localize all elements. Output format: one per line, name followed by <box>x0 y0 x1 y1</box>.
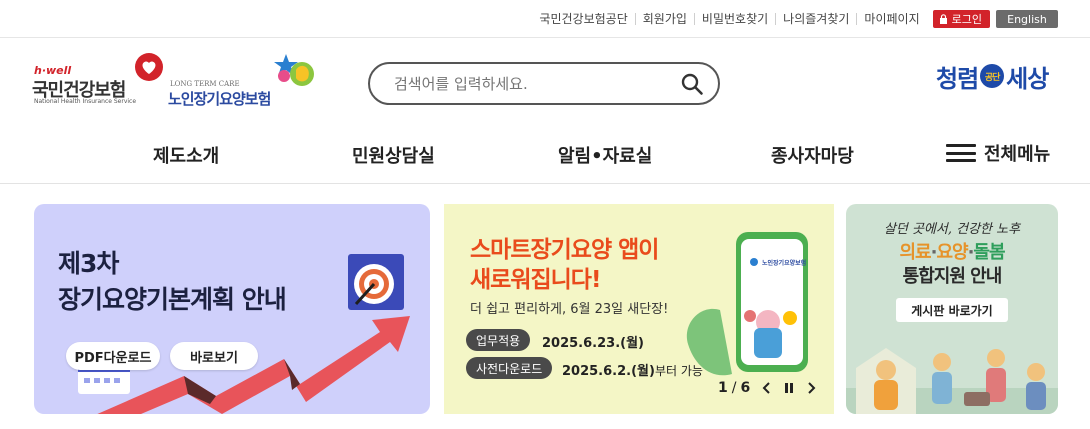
prev-icon[interactable] <box>762 382 772 394</box>
link-find-password[interactable]: 비밀번호찾기 <box>693 13 775 25</box>
english-button[interactable]: English <box>996 10 1058 28</box>
community-care-illustration <box>846 348 1058 414</box>
ltc-logo[interactable]: LONG TERM CARE 노인장기요양보험 <box>168 52 318 108</box>
integrated-care: 요양 <box>936 242 968 263</box>
nav-workers[interactable]: 종사자마당 <box>771 142 854 168</box>
pre-download-date: 2025.6.2.(월) <box>562 364 655 379</box>
integrity-logo-left: 청렴 <box>936 64 979 93</box>
view-button[interactable]: 바로보기 <box>170 342 258 370</box>
apply-date-value: 2025.6.23.(월) <box>542 336 644 351</box>
all-menu-label: 전체메뉴 <box>984 144 1051 165</box>
banner-integrated-support[interactable]: 살던 곳에서, 건강한 노후 의료·요양·돌봄 통합지원 안내 게시판 바로가기 <box>846 204 1058 414</box>
pager-total: 6 <box>740 380 751 396</box>
star-icon <box>274 54 314 86</box>
link-signup[interactable]: 회원가입 <box>634 13 694 25</box>
search-icon[interactable] <box>680 72 704 96</box>
integrated-medical: 의료 <box>899 242 931 263</box>
next-icon[interactable] <box>806 382 816 394</box>
integrity-logo[interactable]: 청렴 공단 세상 <box>936 56 1049 96</box>
link-mypage[interactable]: 마이페이지 <box>856 13 926 25</box>
integrated-title-line2: 통합지원 안내 <box>902 266 1003 287</box>
board-link-button[interactable]: 게시판 바로가기 <box>896 298 1008 322</box>
main-nav: 제도소개 민원상담실 알림•자료실 종사자마당 전체메뉴 <box>0 128 1090 180</box>
ltc-name: 노인장기요양보험 <box>168 90 271 108</box>
banner-long-term-plan[interactable]: 제3차 장기요양기본계획 안내 PDF다운로드 바로보기 <box>34 204 430 414</box>
phone-app-label: 노인장기요양보험 <box>762 260 807 267</box>
integrated-title-line1: 의료·요양·돌봄 <box>846 238 1058 264</box>
nhis-english: National Health Insurance Service <box>34 98 137 105</box>
nav-divider <box>0 183 1090 184</box>
login-button[interactable]: 로그인 <box>932 10 990 28</box>
lock-icon <box>939 14 947 24</box>
integrity-logo-center: 공단 <box>980 64 1005 88</box>
ltc-english: LONG TERM CARE <box>170 80 240 88</box>
integrity-logo-right: 세상 <box>1006 64 1049 93</box>
app-headline-line1: 스마트장기요양 앱이 <box>470 237 659 263</box>
search-box <box>368 62 720 105</box>
pager-separator: / <box>731 380 737 396</box>
all-menu-button[interactable]: 전체메뉴 <box>946 140 1050 166</box>
app-headline-line2: 새로워집니다! <box>470 267 601 293</box>
banner-smart-app[interactable]: 스마트장기요양 앱이 새로워집니다! 더 쉽고 편리하게, 6월 23일 새단장… <box>444 204 834 414</box>
link-nhis[interactable]: 국민건강보험공단 <box>532 13 634 25</box>
nav-notice-data[interactable]: 알림•자료실 <box>558 142 652 168</box>
apply-date-tag: 업무적용 <box>466 329 531 351</box>
integrated-support: 돌봄 <box>973 242 1005 263</box>
nav-system-intro[interactable]: 제도소개 <box>153 142 219 168</box>
search-input[interactable] <box>394 74 680 93</box>
utility-bar: 국민건강보험공단 회원가입 비밀번호찾기 나의즐겨찾기 마이페이지 로그인 En… <box>532 9 1058 29</box>
heart-icon <box>135 53 163 81</box>
phone-illustration <box>686 232 808 376</box>
banner-pager: 1 / 6 <box>718 380 816 396</box>
pause-icon[interactable] <box>784 382 794 394</box>
link-favorites[interactable]: 나의즐겨찾기 <box>775 13 856 25</box>
nhis-logo[interactable]: h·well 국민건강보험 National Health Insurance … <box>32 52 172 108</box>
nav-civil-service[interactable]: 민원상담실 <box>352 142 435 168</box>
app-subtitle: 더 쉽고 편리하게, 6월 23일 새단장! <box>470 302 669 317</box>
pdf-download-button[interactable]: PDF다운로드 <box>66 342 160 370</box>
integrated-slogan: 살던 곳에서, 건강한 노후 <box>883 222 1021 237</box>
top-divider <box>0 37 1090 38</box>
login-label: 로그인 <box>951 13 982 26</box>
pre-download-tag: 사전다운로드 <box>466 357 553 379</box>
pager-current: 1 <box>718 380 728 396</box>
growth-arrow-illustration <box>78 254 410 414</box>
hamburger-icon <box>946 144 976 162</box>
